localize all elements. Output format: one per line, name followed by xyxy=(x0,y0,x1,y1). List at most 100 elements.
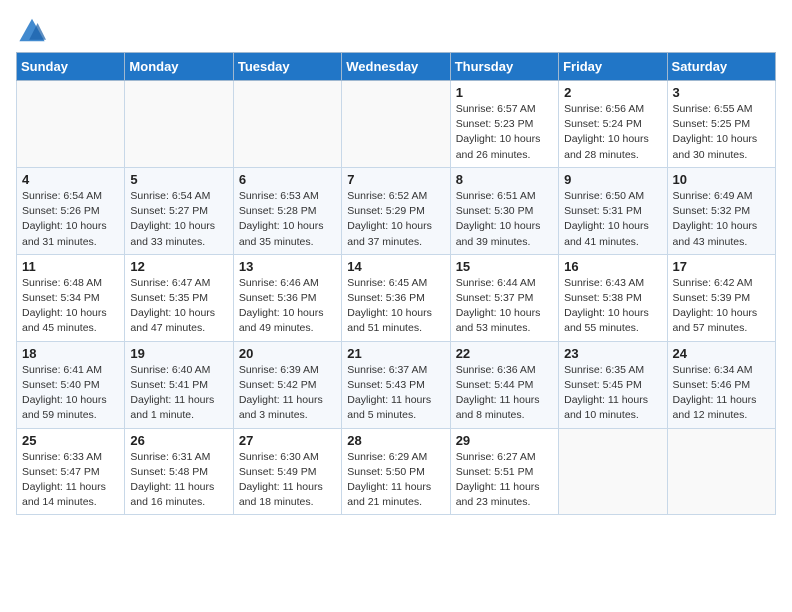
day-number: 2 xyxy=(564,85,661,100)
calendar-cell: 28 Sunrise: 6:29 AMSunset: 5:50 PMDayligh… xyxy=(342,428,450,515)
day-info: Sunrise: 6:40 AMSunset: 5:41 PMDaylight:… xyxy=(130,363,227,424)
day-number: 27 xyxy=(239,433,336,448)
calendar-cell: 20 Sunrise: 6:39 AMSunset: 5:42 PMDayligh… xyxy=(233,341,341,428)
day-info: Sunrise: 6:37 AMSunset: 5:43 PMDaylight:… xyxy=(347,363,444,424)
day-number: 16 xyxy=(564,259,661,274)
day-number: 12 xyxy=(130,259,227,274)
day-info: Sunrise: 6:48 AMSunset: 5:34 PMDaylight:… xyxy=(22,276,119,337)
calendar-cell: 14 Sunrise: 6:45 AMSunset: 5:36 PMDayligh… xyxy=(342,254,450,341)
calendar-cell: 24 Sunrise: 6:34 AMSunset: 5:46 PMDayligh… xyxy=(667,341,775,428)
day-info: Sunrise: 6:30 AMSunset: 5:49 PMDaylight:… xyxy=(239,450,336,511)
calendar-cell xyxy=(233,81,341,168)
calendar-cell xyxy=(17,81,125,168)
calendar-cell: 25Sunrise: 6:33 AMSunset: 5:47 PMDayligh… xyxy=(17,428,125,515)
day-info: Sunrise: 6:57 AMSunset: 5:23 PMDaylight:… xyxy=(456,102,553,163)
calendar-cell xyxy=(342,81,450,168)
calendar-week-3: 18 Sunrise: 6:41 AMSunset: 5:40 PMDayligh… xyxy=(17,341,776,428)
calendar-cell: 6 Sunrise: 6:53 AMSunset: 5:28 PMDaylight… xyxy=(233,167,341,254)
day-info: Sunrise: 6:55 AMSunset: 5:25 PMDaylight:… xyxy=(673,102,770,163)
day-number: 18 xyxy=(22,346,119,361)
calendar-cell: 5 Sunrise: 6:54 AMSunset: 5:27 PMDaylight… xyxy=(125,167,233,254)
day-number: 22 xyxy=(456,346,553,361)
weekday-header-tuesday: Tuesday xyxy=(233,53,341,81)
day-info: Sunrise: 6:41 AMSunset: 5:40 PMDaylight:… xyxy=(22,363,119,424)
day-info: Sunrise: 6:54 AMSunset: 5:27 PMDaylight:… xyxy=(130,189,227,250)
day-info: Sunrise: 6:46 AMSunset: 5:36 PMDaylight:… xyxy=(239,276,336,337)
calendar-cell xyxy=(559,428,667,515)
day-info: Sunrise: 6:39 AMSunset: 5:42 PMDaylight:… xyxy=(239,363,336,424)
day-number: 20 xyxy=(239,346,336,361)
day-info: Sunrise: 6:29 AMSunset: 5:50 PMDaylight:… xyxy=(347,450,444,511)
day-info: Sunrise: 6:42 AMSunset: 5:39 PMDaylight:… xyxy=(673,276,770,337)
calendar-cell: 3 Sunrise: 6:55 AMSunset: 5:25 PMDaylight… xyxy=(667,81,775,168)
day-info: Sunrise: 6:35 AMSunset: 5:45 PMDaylight:… xyxy=(564,363,661,424)
day-number: 6 xyxy=(239,172,336,187)
calendar-cell: 9 Sunrise: 6:50 AMSunset: 5:31 PMDaylight… xyxy=(559,167,667,254)
day-info: Sunrise: 6:36 AMSunset: 5:44 PMDaylight:… xyxy=(456,363,553,424)
calendar-cell: 2 Sunrise: 6:56 AMSunset: 5:24 PMDaylight… xyxy=(559,81,667,168)
weekday-header-saturday: Saturday xyxy=(667,53,775,81)
weekday-header-thursday: Thursday xyxy=(450,53,558,81)
page-header xyxy=(16,16,776,44)
calendar-header: SundayMondayTuesdayWednesdayThursdayFrid… xyxy=(17,53,776,81)
day-info: Sunrise: 6:43 AMSunset: 5:38 PMDaylight:… xyxy=(564,276,661,337)
day-info: Sunrise: 6:31 AMSunset: 5:48 PMDaylight:… xyxy=(130,450,227,511)
day-number: 1 xyxy=(456,85,553,100)
calendar-week-0: 1 Sunrise: 6:57 AMSunset: 5:23 PMDaylight… xyxy=(17,81,776,168)
day-info: Sunrise: 6:52 AMSunset: 5:29 PMDaylight:… xyxy=(347,189,444,250)
day-number: 10 xyxy=(673,172,770,187)
day-number: 29 xyxy=(456,433,553,448)
calendar-cell: 26 Sunrise: 6:31 AMSunset: 5:48 PMDayligh… xyxy=(125,428,233,515)
calendar-cell: 15 Sunrise: 6:44 AMSunset: 5:37 PMDayligh… xyxy=(450,254,558,341)
calendar-cell xyxy=(125,81,233,168)
calendar-cell: 16 Sunrise: 6:43 AMSunset: 5:38 PMDayligh… xyxy=(559,254,667,341)
calendar-cell: 13Sunrise: 6:46 AMSunset: 5:36 PMDayligh… xyxy=(233,254,341,341)
day-number: 24 xyxy=(673,346,770,361)
day-info: Sunrise: 6:34 AMSunset: 5:46 PMDaylight:… xyxy=(673,363,770,424)
day-info: Sunrise: 6:27 AMSunset: 5:51 PMDaylight:… xyxy=(456,450,553,511)
calendar-cell: 19 Sunrise: 6:40 AMSunset: 5:41 PMDayligh… xyxy=(125,341,233,428)
weekday-header-sunday: Sunday xyxy=(17,53,125,81)
weekday-header-monday: Monday xyxy=(125,53,233,81)
weekday-header-wednesday: Wednesday xyxy=(342,53,450,81)
day-info: Sunrise: 6:51 AMSunset: 5:30 PMDaylight:… xyxy=(456,189,553,250)
calendar-cell: 22 Sunrise: 6:36 AMSunset: 5:44 PMDayligh… xyxy=(450,341,558,428)
calendar-cell: 8 Sunrise: 6:51 AMSunset: 5:30 PMDaylight… xyxy=(450,167,558,254)
calendar-cell: 11Sunrise: 6:48 AMSunset: 5:34 PMDayligh… xyxy=(17,254,125,341)
calendar-cell: 7 Sunrise: 6:52 AMSunset: 5:29 PMDaylight… xyxy=(342,167,450,254)
day-number: 3 xyxy=(673,85,770,100)
calendar-week-1: 4 Sunrise: 6:54 AMSunset: 5:26 PMDaylight… xyxy=(17,167,776,254)
calendar-cell: 29 Sunrise: 6:27 AMSunset: 5:51 PMDayligh… xyxy=(450,428,558,515)
day-number: 28 xyxy=(347,433,444,448)
day-number: 8 xyxy=(456,172,553,187)
day-info: Sunrise: 6:56 AMSunset: 5:24 PMDaylight:… xyxy=(564,102,661,163)
day-number: 7 xyxy=(347,172,444,187)
day-number: 17 xyxy=(673,259,770,274)
day-number: 19 xyxy=(130,346,227,361)
calendar-cell: 4 Sunrise: 6:54 AMSunset: 5:26 PMDaylight… xyxy=(17,167,125,254)
day-info: Sunrise: 6:49 AMSunset: 5:32 PMDaylight:… xyxy=(673,189,770,250)
calendar-table: SundayMondayTuesdayWednesdayThursdayFrid… xyxy=(16,52,776,515)
day-info: Sunrise: 6:53 AMSunset: 5:28 PMDaylight:… xyxy=(239,189,336,250)
calendar-cell: 12 Sunrise: 6:47 AMSunset: 5:35 PMDayligh… xyxy=(125,254,233,341)
day-number: 25 xyxy=(22,433,119,448)
day-info: Sunrise: 6:47 AMSunset: 5:35 PMDaylight:… xyxy=(130,276,227,337)
day-info: Sunrise: 6:44 AMSunset: 5:37 PMDaylight:… xyxy=(456,276,553,337)
day-number: 5 xyxy=(130,172,227,187)
calendar-cell: 23Sunrise: 6:35 AMSunset: 5:45 PMDayligh… xyxy=(559,341,667,428)
day-info: Sunrise: 6:45 AMSunset: 5:36 PMDaylight:… xyxy=(347,276,444,337)
day-number: 4 xyxy=(22,172,119,187)
calendar-cell xyxy=(667,428,775,515)
day-info: Sunrise: 6:50 AMSunset: 5:31 PMDaylight:… xyxy=(564,189,661,250)
calendar-cell: 18 Sunrise: 6:41 AMSunset: 5:40 PMDayligh… xyxy=(17,341,125,428)
day-number: 26 xyxy=(130,433,227,448)
day-number: 14 xyxy=(347,259,444,274)
day-number: 15 xyxy=(456,259,553,274)
logo-icon xyxy=(18,16,46,44)
calendar-week-4: 25Sunrise: 6:33 AMSunset: 5:47 PMDayligh… xyxy=(17,428,776,515)
calendar-cell: 27 Sunrise: 6:30 AMSunset: 5:49 PMDayligh… xyxy=(233,428,341,515)
day-number: 9 xyxy=(564,172,661,187)
day-info: Sunrise: 6:54 AMSunset: 5:26 PMDaylight:… xyxy=(22,189,119,250)
calendar-cell: 17 Sunrise: 6:42 AMSunset: 5:39 PMDayligh… xyxy=(667,254,775,341)
logo xyxy=(16,16,46,44)
